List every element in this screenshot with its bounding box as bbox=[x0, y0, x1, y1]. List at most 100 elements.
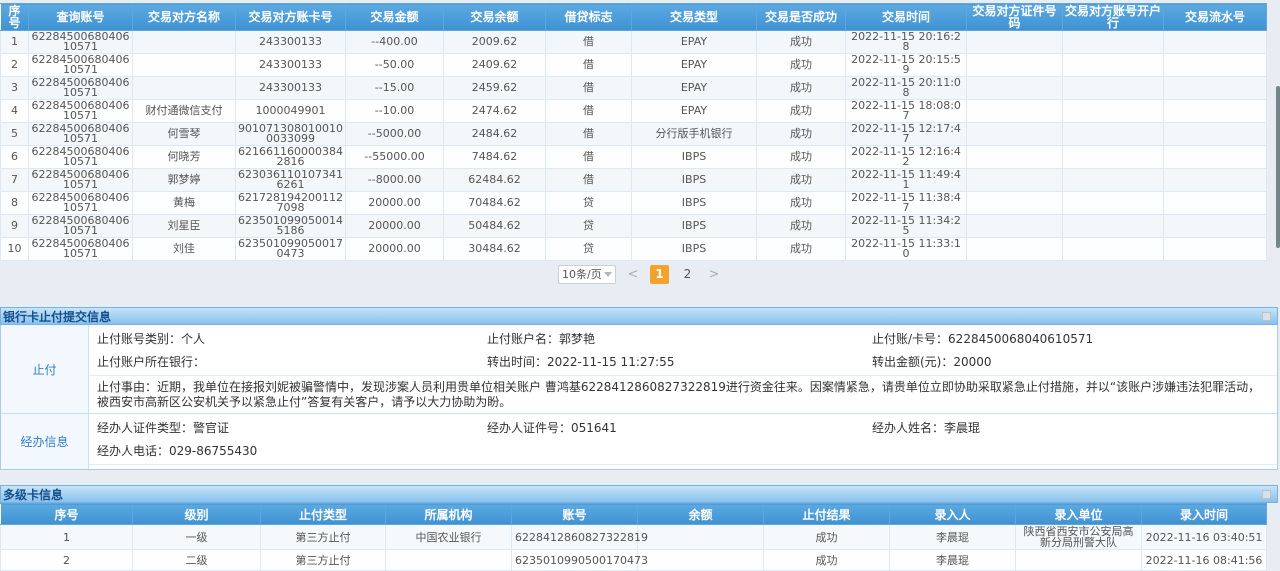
table-cell: 借 bbox=[546, 100, 632, 123]
agent-id-number-field: 经办人证件号：051641 bbox=[479, 416, 864, 439]
multicard-section-bar: 多级卡信息 bbox=[0, 485, 1278, 503]
page-number-1[interactable]: 1 bbox=[650, 265, 669, 284]
stop-payment-info-box: 止付 止付账号类别：个人 止付账户名：郭梦艳 止付账/卡号：6228450068… bbox=[0, 325, 1278, 470]
table-cell: 2022-11-15 11:49:41 bbox=[846, 169, 967, 192]
stop-field-grid: 止付账号类别：个人 止付账户名：郭梦艳 止付账/卡号：6228450068040… bbox=[89, 325, 1277, 375]
header-row: 序号查询账号交易对方名称交易对方账卡号交易金额交易余额借贷标志交易类型交易是否成… bbox=[1, 4, 1267, 31]
agent-fields: 经办人证件类型：警官证 经办人证件号：051641 经办人姓名：李晨琨 经办人电… bbox=[89, 414, 1277, 469]
prev-page-button[interactable]: < bbox=[625, 267, 641, 282]
table-cell bbox=[1164, 192, 1267, 215]
table-cell bbox=[1164, 100, 1267, 123]
table-cell bbox=[1016, 550, 1142, 571]
table-cell: 6228450068040610571 bbox=[29, 215, 133, 238]
table-cell: 成功 bbox=[764, 550, 890, 571]
table-cell: 借 bbox=[546, 54, 632, 77]
table-cell bbox=[638, 525, 764, 550]
next-page-button[interactable]: > bbox=[706, 267, 722, 282]
table-cell bbox=[967, 169, 1063, 192]
table-cell: 借 bbox=[546, 146, 632, 169]
table-cell: 2022-11-15 18:08:07 bbox=[846, 100, 967, 123]
table-cell: 6228450068040610571 bbox=[29, 100, 133, 123]
table-cell: 3 bbox=[1, 77, 29, 100]
table-cell: 借 bbox=[546, 31, 632, 54]
agent-field-grid: 经办人证件类型：警官证 经办人证件号：051641 经办人姓名：李晨琨 经办人电… bbox=[89, 414, 1277, 464]
collapse-icon[interactable] bbox=[1262, 490, 1271, 499]
table-cell bbox=[1164, 77, 1267, 100]
table-cell: 6216611600003842816 bbox=[236, 146, 346, 169]
table-cell: 贷 bbox=[546, 192, 632, 215]
spacer bbox=[0, 287, 1280, 307]
table-row: 16228450068040610571243300133--400.00200… bbox=[1, 31, 1267, 54]
table-cell: 6228450068040610571 bbox=[29, 192, 133, 215]
scrollbar-thumb[interactable] bbox=[1276, 86, 1280, 248]
table-cell: 6217281942001127098 bbox=[236, 192, 346, 215]
table-cell: 20000.00 bbox=[346, 192, 444, 215]
table-cell: --50.00 bbox=[346, 54, 444, 77]
table-row: 106228450068040610571刘佳62350109905001704… bbox=[1, 238, 1267, 261]
table-cell: 8 bbox=[1, 192, 29, 215]
table-cell: 2022-11-15 11:34:25 bbox=[846, 215, 967, 238]
table-cell bbox=[1164, 123, 1267, 146]
table-cell: 2022-11-15 11:33:10 bbox=[846, 238, 967, 261]
table-cell: 6235010990500170473 bbox=[512, 550, 638, 571]
table-cell bbox=[1063, 146, 1164, 169]
table-cell bbox=[133, 54, 236, 77]
table-cell: 成功 bbox=[757, 100, 846, 123]
table-cell: 成功 bbox=[757, 77, 846, 100]
table-cell: 成功 bbox=[757, 238, 846, 261]
table-cell: 62484.62 bbox=[444, 169, 546, 192]
table-row: 46228450068040610571财付通微信支付1000049901--1… bbox=[1, 100, 1267, 123]
table-cell: 6230361101073416261 bbox=[236, 169, 346, 192]
table-cell: 6235010990500170473 bbox=[236, 238, 346, 261]
table-cell bbox=[1063, 100, 1164, 123]
table-cell: 6 bbox=[1, 146, 29, 169]
column-header: 余额 bbox=[638, 504, 764, 525]
table-cell bbox=[967, 192, 1063, 215]
table-row: 2二级第三方止付6235010990500170473成功李晨琨2022-11-… bbox=[1, 550, 1267, 571]
header-row: 序号级别止付类型所属机构账号余额止付结果录入人录入单位录入时间 bbox=[1, 504, 1267, 525]
column-header: 交易余额 bbox=[444, 4, 546, 31]
table-cell: 刘星臣 bbox=[133, 215, 236, 238]
table-cell: 陕西省西安市公安局高新分局刑警大队 bbox=[1016, 525, 1142, 550]
table-cell bbox=[1164, 31, 1267, 54]
table-cell: 9010713080100100033099 bbox=[236, 123, 346, 146]
page-size-label: 10条/页 bbox=[562, 266, 602, 282]
page-number-2[interactable]: 2 bbox=[678, 265, 697, 284]
table-cell: 中国农业银行 bbox=[386, 525, 512, 550]
table-cell bbox=[1063, 77, 1164, 100]
column-header: 交易对方证件号码 bbox=[967, 4, 1063, 31]
table-cell: 7 bbox=[1, 169, 29, 192]
table-cell: 二级 bbox=[133, 550, 261, 571]
table-cell: 6228450068040610571 bbox=[29, 123, 133, 146]
column-header: 交易时间 bbox=[846, 4, 967, 31]
table-cell: 6228450068040610571 bbox=[29, 146, 133, 169]
table-cell: 1 bbox=[1, 31, 29, 54]
table-cell bbox=[967, 215, 1063, 238]
table-cell: --55000.00 bbox=[346, 146, 444, 169]
table-cell: IBPS bbox=[632, 169, 757, 192]
table-cell bbox=[967, 123, 1063, 146]
stop-payment-section-title: 银行卡止付提交信息 bbox=[3, 308, 111, 325]
table-row: 96228450068040610571刘星臣62350109905001451… bbox=[1, 215, 1267, 238]
table-cell: 李晨琨 bbox=[890, 550, 1016, 571]
table-cell: 1000049901 bbox=[236, 100, 346, 123]
table-cell: 郭梦婷 bbox=[133, 169, 236, 192]
page-size-select[interactable]: 10条/页 bbox=[558, 265, 616, 284]
collapse-icon[interactable] bbox=[1262, 312, 1271, 321]
column-header: 账号 bbox=[512, 504, 638, 525]
column-header: 借贷标志 bbox=[546, 4, 632, 31]
table-row: 76228450068040610571郭梦婷62303611010734162… bbox=[1, 169, 1267, 192]
column-header: 止付结果 bbox=[764, 504, 890, 525]
table-cell: 2 bbox=[1, 54, 29, 77]
transactions-table-header: 序号查询账号交易对方名称交易对方账卡号交易金额交易余额借贷标志交易类型交易是否成… bbox=[1, 4, 1267, 31]
table-cell: 6228412860827322819 bbox=[512, 525, 638, 550]
table-cell: 借 bbox=[546, 123, 632, 146]
table-cell: 6228450068040610571 bbox=[29, 238, 133, 261]
table-cell: 2022-11-15 12:17:47 bbox=[846, 123, 967, 146]
agent-info-row: 经办信息 经办人证件类型：警官证 经办人证件号：051641 经办人姓名：李晨琨… bbox=[1, 413, 1277, 469]
multicard-table-body: 1一级第三方止付中国农业银行6228412860827322819成功李晨琨陕西… bbox=[1, 525, 1267, 571]
table-cell bbox=[386, 550, 512, 571]
table-cell: 成功 bbox=[757, 123, 846, 146]
table-cell: IBPS bbox=[632, 238, 757, 261]
table-cell: 刘佳 bbox=[133, 238, 236, 261]
